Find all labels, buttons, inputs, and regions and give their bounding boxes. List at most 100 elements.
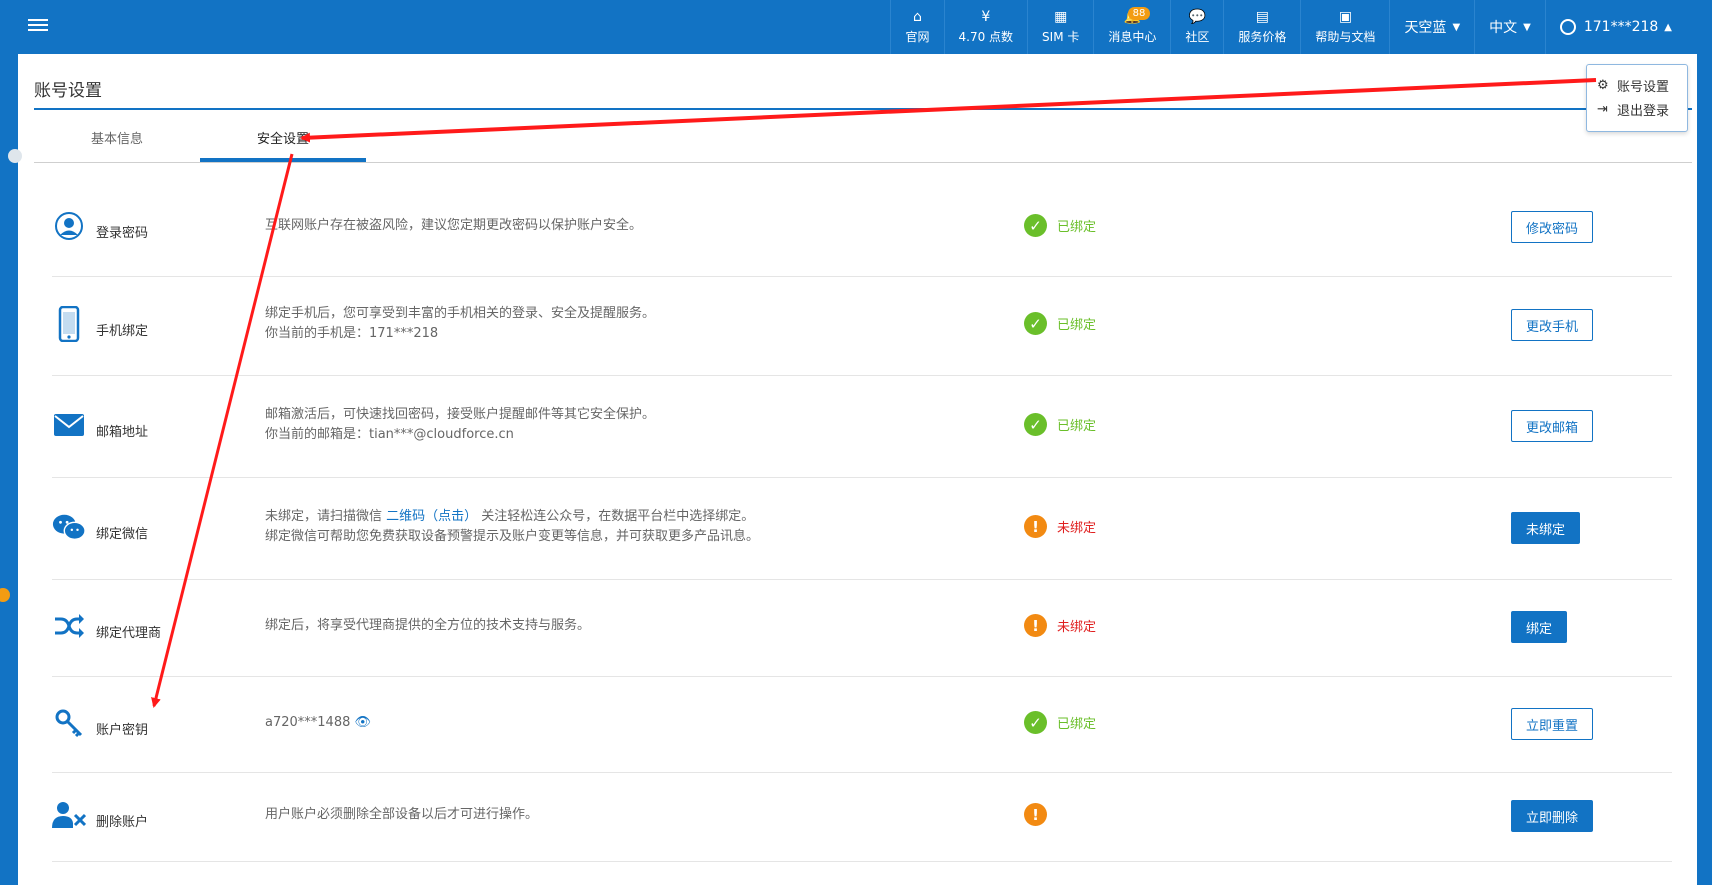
title-divider (34, 108, 1692, 110)
row-description-line: 绑定微信可帮助您免费获取设备预警提示及账户变更等信息，并可获取更多产品讯息。 (265, 527, 759, 547)
sign-out-icon: ⇥ (1597, 101, 1608, 117)
wechat-action-button[interactable]: 未绑定 (1511, 512, 1581, 544)
key-icon (52, 706, 86, 740)
security-row-apikey: 账户密钥 a720***1488 👁 ✓ 已绑定 立即重置 (52, 677, 1672, 773)
settings-tabs: 基本信息 安全设置 (34, 122, 366, 162)
row-status: ✓ 已绑定 (1024, 413, 1096, 436)
top-nav: ⌂官网¥4.70 点数▦SIM 卡🔔消息中心88💬社区▤服务价格▣帮助与文档天空… (890, 0, 1712, 54)
row-description-line: 邮箱激活后，可快速找回密码，接受账户提醒邮件等其它安全保护。 (265, 405, 655, 425)
desc-text: 绑定微信可帮助您免费获取设备预警提示及账户变更等信息，并可获取更多产品讯息。 (265, 529, 760, 544)
row-description: 用户账户必须删除全部设备以后才可进行操作。 (265, 805, 538, 825)
apikey-action-button[interactable]: 立即重置 (1511, 708, 1594, 740)
security-row-wechat: 绑定微信 未绑定，请扫描微信 二维码（点击） 关注轻松连公众号，在数据平台栏中选择… (52, 478, 1672, 580)
row-description-line: 互联网账户存在被盗风险，建议您定期更改密码以保护账户安全。 (265, 216, 642, 236)
desc-text: 绑定后，将享受代理商提供的全方位的技术支持与服务。 (265, 618, 591, 633)
agent-action-button[interactable]: 绑定 (1511, 611, 1568, 643)
row-description-line: 你当前的邮箱是：tian***@cloudforce.cn (265, 425, 655, 445)
security-settings-list: 登录密码 互联网账户存在被盗风险，建议您定期更改密码以保护账户安全。 ✓ 已绑定 修改密… (52, 180, 1672, 862)
nav-label: 帮助与文档 (1315, 30, 1376, 44)
page-title: 账号设置 (34, 81, 102, 101)
wechat-icon (52, 510, 86, 544)
theme-selector-label: 天空蓝 (1404, 20, 1447, 36)
security-row-delete: 删除账户 用户账户必须删除全部设备以后才可进行操作。! 立即删除 (52, 773, 1672, 862)
row-description: 未绑定，请扫描微信 二维码（点击） 关注轻松连公众号，在数据平台栏中选择绑定。绑… (265, 507, 759, 547)
eye-icon[interactable]: 👁 (355, 715, 372, 730)
user-circle-icon (52, 209, 86, 243)
gear-icon: ⚙ (1597, 77, 1609, 93)
desc-text: a720***1488 (265, 715, 351, 730)
phone-action-button[interactable]: 更改手机 (1511, 309, 1594, 341)
nav-label: 服务价格 (1238, 30, 1287, 44)
row-title: 账户密钥 (96, 723, 149, 738)
row-status-label: 未绑定 (1057, 521, 1097, 536)
row-status: ! 未绑定 (1024, 515, 1096, 538)
desc-text: 关注轻松连公众号，在数据平台栏中选择绑定。 (477, 509, 755, 524)
dropdown-item-account-settings[interactable]: ⚙ 账号设置 (1587, 73, 1687, 97)
envelope-icon (52, 408, 86, 442)
row-title: 绑定微信 (96, 527, 149, 542)
check-circle-icon: ✓ (1024, 413, 1047, 436)
delete-action-button[interactable]: 立即删除 (1511, 800, 1594, 832)
nav-label: SIM 卡 (1042, 30, 1080, 44)
mobile-phone-icon (52, 306, 86, 342)
row-status-label: 已绑定 (1057, 318, 1097, 333)
row-description-line: 未绑定，请扫描微信 二维码（点击） 关注轻松连公众号，在数据平台栏中选择绑定。 (265, 507, 759, 527)
nav-item-points[interactable]: ¥4.70 点数 (943, 0, 1028, 54)
nav-item-home[interactable]: ⌂ 官网 (890, 0, 943, 54)
dropdown-item-logout[interactable]: ⇥ 退出登录 (1587, 97, 1687, 121)
dropdown-item-label: 退出登录 (1617, 103, 1670, 119)
dropdown-item-label: 账号设置 (1617, 79, 1670, 95)
row-status-label: 未绑定 (1057, 620, 1097, 635)
language-selector[interactable]: 中文 ▼ (1474, 0, 1545, 54)
nav-label: 社区 (1185, 30, 1210, 44)
row-status: ! 未绑定 (1024, 614, 1096, 637)
row-description-line: a720***1488 👁 (265, 713, 371, 733)
hamburger-menu-icon[interactable] (28, 16, 48, 36)
tab-security-settings[interactable]: 安全设置 (200, 122, 366, 162)
row-status-label: 已绑定 (1057, 220, 1097, 235)
right-scrollbar[interactable] (1697, 0, 1712, 885)
message-count-badge: 88 (1127, 7, 1151, 20)
theme-selector[interactable]: 天空蓝 ▼ (1389, 0, 1474, 54)
row-description: 绑定后，将享受代理商提供的全方位的技术支持与服务。 (265, 616, 590, 636)
user-menu[interactable]: 171***218 ▲ (1544, 0, 1712, 54)
nav-item-sim[interactable]: ▦ SIM 卡 (1027, 0, 1093, 54)
row-status: ✓ 已绑定 (1024, 711, 1096, 734)
row-description: 邮箱激活后，可快速找回密码，接受账户提醒邮件等其它安全保护。你当前的邮箱是：ti… (265, 405, 655, 445)
desc-text: 未绑定，请扫描微信 (265, 509, 387, 524)
nav-home-icon: ⌂ (913, 9, 922, 25)
tab-basic-info[interactable]: 基本信息 (34, 122, 200, 162)
sidebar-toggle-knob[interactable] (8, 149, 22, 163)
row-status-label: 已绑定 (1057, 717, 1097, 732)
chevron-down-icon: ▼ (1452, 21, 1461, 33)
row-description: a720***1488 👁 (265, 713, 371, 733)
row-title: 邮箱地址 (96, 425, 149, 440)
nav-item-pricing[interactable]: ▤ 服务价格 (1223, 0, 1300, 54)
desc-text: 用户账户必须删除全部设备以后才可进行操作。 (265, 807, 539, 822)
exclamation-circle-icon: ! (1024, 614, 1047, 637)
desc-text: 绑定手机后，您可享受到丰富的手机相关的登录、安全及提醒服务。 (265, 306, 656, 321)
exclamation-circle-icon: ! (1024, 803, 1047, 826)
email-action-button[interactable]: 更改邮箱 (1511, 410, 1594, 442)
top-navbar: ⌂官网¥4.70 点数▦SIM 卡🔔消息中心88💬社区▤服务价格▣帮助与文档天空… (0, 0, 1712, 54)
desc-text: 你当前的邮箱是：tian***@cloudforce.cn (265, 427, 514, 442)
row-description-line: 绑定手机后，您可享受到丰富的手机相关的登录、安全及提醒服务。 (265, 304, 655, 324)
wechat-qrcode-link[interactable]: 二维码（点击） (386, 509, 477, 524)
nav-item-community[interactable]: 💬 社区 (1170, 0, 1223, 54)
nav-item-messages[interactable]: 🔔消息中心88 (1093, 0, 1170, 54)
security-row-agent: 绑定代理商 绑定后，将享受代理商提供的全方位的技术支持与服务。! 未绑定 绑定 (52, 580, 1672, 677)
row-status: ✓ 已绑定 (1024, 312, 1096, 335)
nav-item-help[interactable]: ▣ 帮助与文档 (1300, 0, 1389, 54)
nav-points-icon: ¥ (981, 9, 991, 25)
language-selector-label: 中文 (1489, 20, 1518, 36)
row-description-line: 绑定后，将享受代理商提供的全方位的技术支持与服务。 (265, 616, 590, 636)
password-action-button[interactable]: 修改密码 (1511, 211, 1594, 243)
security-row-phone: 手机绑定 绑定手机后，您可享受到丰富的手机相关的登录、安全及提醒服务。 你当前的手机… (52, 277, 1672, 376)
chevron-down-icon: ▲ (1664, 21, 1672, 33)
shuffle-icon (52, 609, 86, 643)
chevron-down-icon: ▼ (1523, 21, 1531, 33)
user-avatar-icon (1559, 19, 1576, 35)
user-dropdown-menu: ⚙ 账号设置 ⇥ 退出登录 (1586, 64, 1688, 132)
user-menu-label: 171***218 (1583, 19, 1659, 35)
check-circle-icon: ✓ (1024, 214, 1047, 237)
